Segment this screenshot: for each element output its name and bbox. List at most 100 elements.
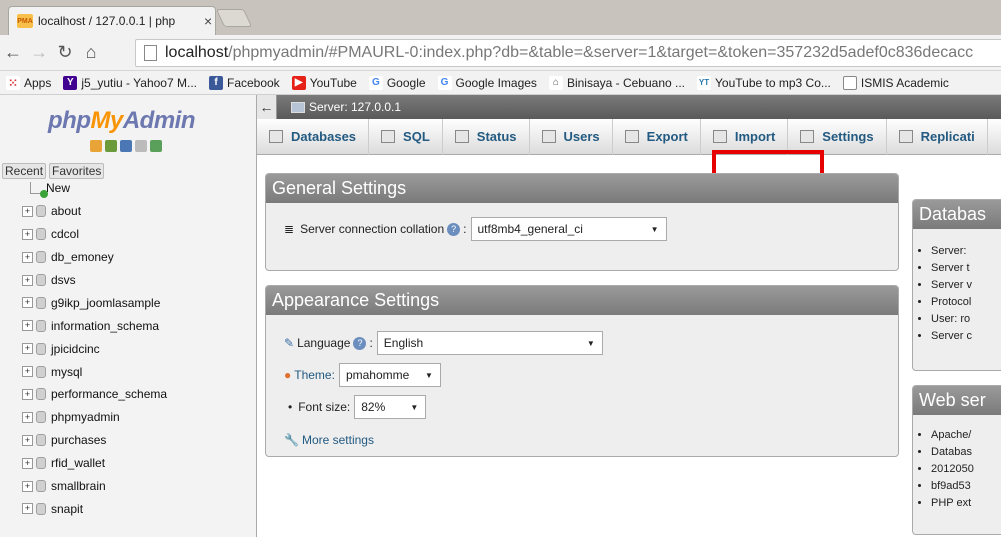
back-icon[interactable]: ← (0, 42, 26, 63)
expand-icon[interactable]: + (22, 228, 33, 240)
database-server-panel: Databas Server:Server tServer vProtocolU… (912, 199, 1001, 371)
database-icon (36, 342, 46, 355)
database-name: phpmyadmin (51, 410, 120, 425)
expand-icon[interactable]: + (22, 251, 33, 263)
database-name: db_emoney (51, 250, 114, 265)
sidebar-database-item[interactable]: + jpicidcinc (0, 337, 257, 360)
new-icon (30, 182, 48, 199)
expand-icon[interactable]: + (22, 457, 33, 469)
fontsize-row: • Font size: 82% ▼ (284, 395, 880, 419)
database-icon (36, 205, 46, 218)
expand-icon[interactable]: + (22, 343, 33, 355)
tab-settings[interactable]: Settings (788, 118, 887, 155)
tab-sql[interactable]: SQL (369, 118, 443, 155)
browser-tab[interactable]: PMA localhost / 127.0.0.1 | php × (8, 6, 216, 35)
chevron-down-icon: ▼ (650, 224, 659, 234)
url-input[interactable]: localhost /phpmyadmin/#PMAURL-0:index.ph… (135, 39, 1001, 67)
language-icon: ✎ (284, 336, 295, 350)
theme-link[interactable]: Theme: (294, 368, 335, 382)
bookmark-youtube-mp3[interactable]: YT YouTube to mp3 Co... (697, 75, 831, 90)
expand-icon[interactable]: + (22, 366, 33, 378)
new-database-link[interactable]: New (0, 177, 257, 200)
settings-icon (800, 130, 815, 143)
expand-icon[interactable]: + (22, 388, 33, 400)
bookmark-google-images[interactable]: G Google Images (437, 75, 537, 90)
sidebar-database-item[interactable]: + snapit (0, 497, 257, 520)
sidebar-database-item[interactable]: + purchases (0, 429, 257, 452)
expand-icon[interactable]: + (22, 411, 33, 423)
help-icon[interactable]: ? (447, 222, 461, 236)
sidebar-database-item[interactable]: + g9ikp_joomlasample (0, 291, 257, 314)
tab-import[interactable]: Import (701, 118, 789, 155)
reload-icon[interactable]: ↻ (52, 42, 78, 63)
database-name: performance_schema (51, 387, 168, 402)
language-row: ✎ Language ?: English ▼ (284, 331, 880, 355)
reload-icon[interactable] (150, 140, 162, 152)
expand-icon[interactable]: + (22, 480, 33, 492)
server-label[interactable]: Server: 127.0.0.1 (309, 100, 401, 114)
sidebar-database-item[interactable]: + information_schema (0, 314, 257, 337)
bookmark-ismis[interactable]: ISMIS Academic (842, 75, 949, 90)
sidebar-database-item[interactable]: + dsvs (0, 269, 257, 292)
sidebar-database-item[interactable]: + smallbrain (0, 475, 257, 498)
replication-icon (898, 130, 913, 143)
bookmark-facebook[interactable]: f Facebook (208, 75, 280, 90)
theme-row: ● Theme: pmahomme ▼ (284, 363, 880, 387)
database-server-list: Server:Server tServer vProtocolUser: roS… (913, 229, 1001, 345)
tab-databases[interactable]: Databases (257, 118, 370, 155)
tab-users[interactable]: Users (530, 118, 613, 155)
logout-icon[interactable] (105, 140, 117, 152)
sidebar-database-item[interactable]: + rfid_wallet (0, 452, 257, 475)
language-label: Language (297, 336, 351, 350)
main-content: ← Server: 127.0.0.1 Databases SQL Status… (257, 95, 1001, 537)
expand-icon[interactable]: + (22, 205, 33, 217)
forward-icon[interactable]: → (26, 42, 52, 63)
web-server-title: Web ser (913, 386, 1001, 415)
more-settings-link[interactable]: More settings (302, 433, 374, 447)
home-icon[interactable]: ⌂ (78, 42, 104, 63)
info-item: Apache/ (931, 427, 1001, 444)
more-settings-row: 🔧 More settings (284, 433, 880, 447)
collation-select[interactable]: utf8mb4_general_ci ▼ (470, 217, 667, 241)
sidebar-database-item[interactable]: + about (0, 200, 257, 223)
expand-icon[interactable]: + (22, 297, 33, 309)
export-icon (624, 130, 639, 143)
home-icon[interactable] (90, 140, 102, 152)
sidebar-database-item[interactable]: + performance_schema (0, 383, 257, 406)
new-tab-button[interactable] (215, 9, 253, 27)
help-icon[interactable] (120, 140, 132, 152)
bookmark-youtube[interactable]: ▶ YouTube (291, 75, 357, 90)
apps-grid-icon: ⁙ (6, 75, 20, 90)
expand-icon[interactable]: + (22, 274, 33, 286)
fontsize-select[interactable]: 82% ▼ (354, 395, 427, 419)
bookmark-google[interactable]: G Google (368, 75, 426, 90)
bookmark-apps[interactable]: ⁙ Apps (6, 75, 51, 90)
sidebar-database-item[interactable]: + db_emoney (0, 246, 257, 269)
facebook-icon: f (208, 75, 223, 90)
tab-status[interactable]: Status (443, 118, 530, 155)
server-icon (291, 101, 305, 113)
bookmark-yahoo[interactable]: Yj5_yutiu - Yahoo7 M... (63, 75, 197, 90)
info-item: 2012050 (931, 461, 1001, 478)
bookmark-binisaya[interactable]: ⌂ Binisaya - Cebuano ... (548, 75, 685, 90)
tab-export[interactable]: Export (613, 118, 701, 155)
wrench-icon: 🔧 (284, 433, 299, 447)
sidebar-database-item[interactable]: + phpmyadmin (0, 406, 257, 429)
tab-replication[interactable]: Replicati (887, 118, 988, 155)
youtube-icon: ▶ (291, 75, 306, 90)
phpmyadmin-logo[interactable]: phpMyAdmin (48, 107, 196, 135)
expand-icon[interactable]: + (22, 320, 33, 332)
sidebar-database-item[interactable]: + mysql (0, 360, 257, 383)
close-icon[interactable]: × (204, 13, 212, 29)
docs-icon[interactable] (135, 140, 147, 152)
sidebar-database-item[interactable]: + cdcol (0, 223, 257, 246)
expand-icon[interactable]: + (22, 503, 33, 515)
theme-select[interactable]: pmahomme ▼ (338, 363, 441, 387)
database-name: rfid_wallet (51, 456, 106, 471)
help-icon[interactable]: ? (353, 336, 367, 350)
language-select[interactable]: English ▼ (376, 331, 603, 355)
phpmyadmin-favicon-icon: PMA (17, 14, 33, 28)
expand-icon[interactable]: + (22, 434, 33, 446)
collapse-sidebar-button[interactable]: ← (257, 95, 277, 119)
database-icon (36, 388, 46, 401)
